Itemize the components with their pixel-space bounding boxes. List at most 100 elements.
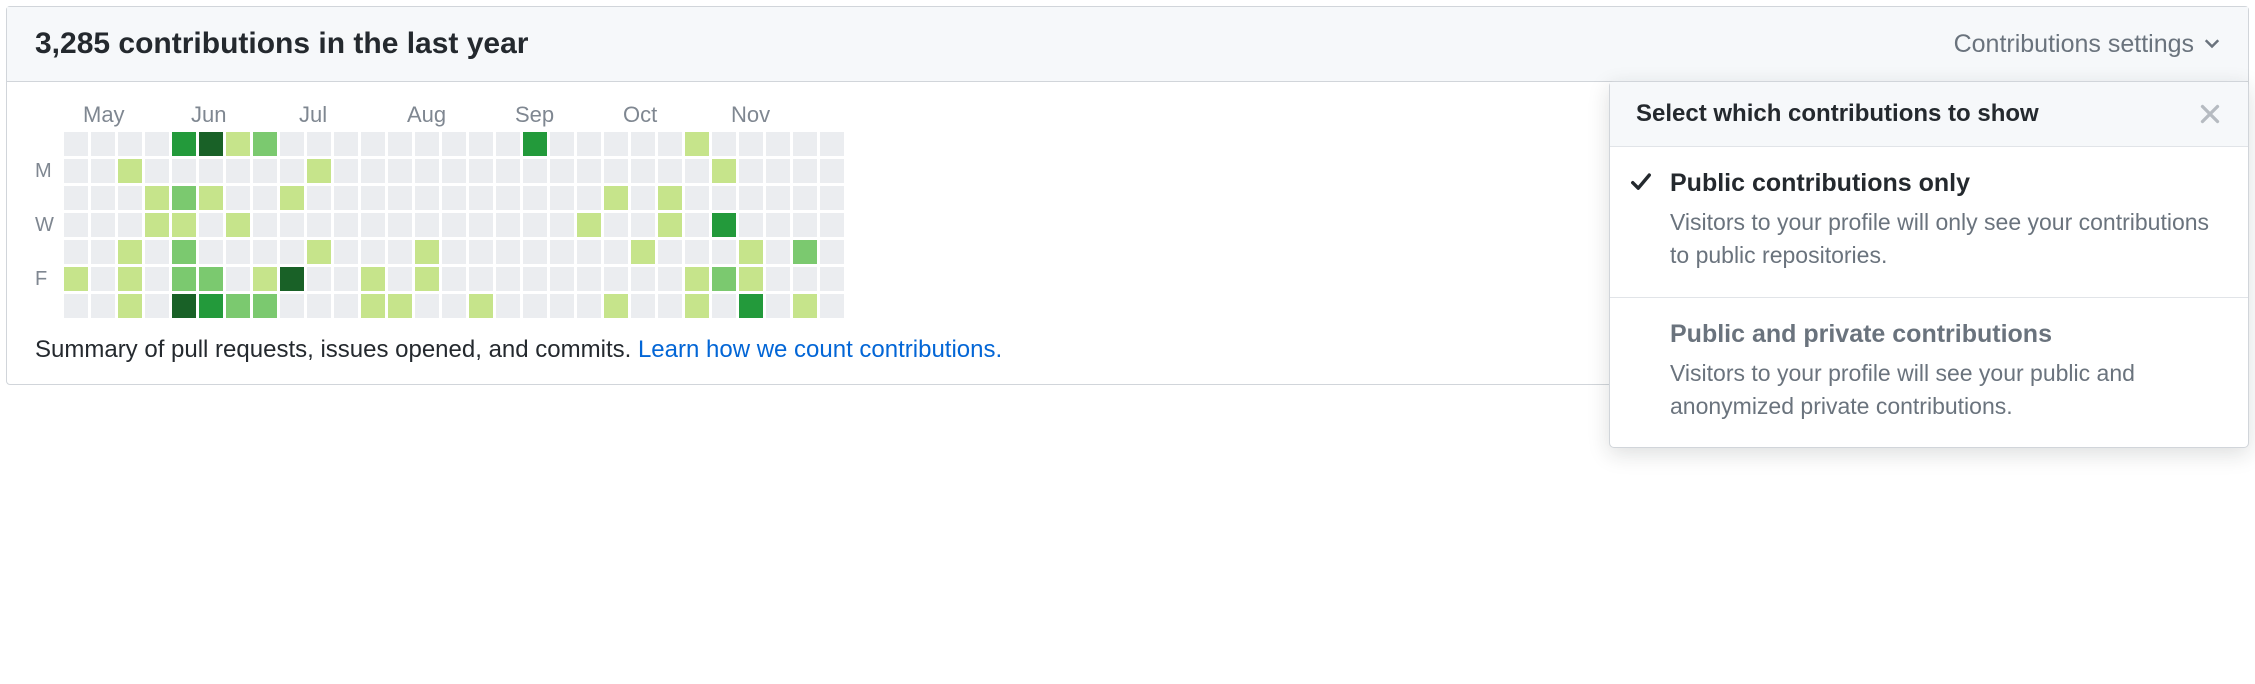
contribution-day[interactable] [739, 159, 763, 183]
contribution-day[interactable] [307, 213, 331, 237]
contribution-day[interactable] [604, 240, 628, 264]
contribution-day[interactable] [523, 267, 547, 291]
contribution-day[interactable] [577, 159, 601, 183]
contribution-day[interactable] [253, 240, 277, 264]
contribution-day[interactable] [145, 240, 169, 264]
contribution-day[interactable] [172, 186, 196, 210]
contribution-day[interactable] [766, 159, 790, 183]
contribution-day[interactable] [577, 267, 601, 291]
contribution-day[interactable] [523, 186, 547, 210]
contribution-day[interactable] [199, 159, 223, 183]
contribution-day[interactable] [604, 132, 628, 156]
contribution-day[interactable] [658, 213, 682, 237]
contribution-day[interactable] [118, 213, 142, 237]
contribution-day[interactable] [91, 240, 115, 264]
close-icon[interactable] [2198, 102, 2222, 126]
contribution-day[interactable] [658, 159, 682, 183]
contribution-day[interactable] [334, 267, 358, 291]
contribution-day[interactable] [685, 267, 709, 291]
contribution-day[interactable] [253, 213, 277, 237]
dropdown-option-public-only[interactable]: Public contributions only Visitors to yo… [1610, 147, 2248, 298]
contribution-day[interactable] [253, 159, 277, 183]
contribution-day[interactable] [550, 267, 574, 291]
contribution-day[interactable] [226, 240, 250, 264]
contribution-day[interactable] [442, 186, 466, 210]
contribution-day[interactable] [766, 132, 790, 156]
contribution-day[interactable] [469, 132, 493, 156]
contribution-day[interactable] [496, 132, 520, 156]
contribution-day[interactable] [766, 186, 790, 210]
contribution-day[interactable] [712, 294, 736, 318]
contribution-day[interactable] [361, 159, 385, 183]
contribution-day[interactable] [739, 294, 763, 318]
contribution-day[interactable] [442, 159, 466, 183]
contribution-day[interactable] [604, 267, 628, 291]
contribution-day[interactable] [577, 186, 601, 210]
contribution-day[interactable] [145, 159, 169, 183]
contribution-day[interactable] [739, 186, 763, 210]
contribution-day[interactable] [145, 294, 169, 318]
contribution-day[interactable] [577, 213, 601, 237]
contribution-day[interactable] [523, 213, 547, 237]
contribution-day[interactable] [361, 240, 385, 264]
contribution-day[interactable] [550, 186, 574, 210]
contribution-day[interactable] [388, 294, 412, 318]
contribution-day[interactable] [199, 132, 223, 156]
contribution-day[interactable] [91, 132, 115, 156]
contribution-day[interactable] [334, 213, 358, 237]
contribution-day[interactable] [145, 132, 169, 156]
contribution-day[interactable] [739, 132, 763, 156]
contribution-day[interactable] [712, 267, 736, 291]
contribution-day[interactable] [415, 159, 439, 183]
contribution-day[interactable] [442, 213, 466, 237]
contribution-day[interactable] [658, 132, 682, 156]
contribution-day[interactable] [307, 294, 331, 318]
contribution-day[interactable] [91, 186, 115, 210]
contribution-day[interactable] [793, 240, 817, 264]
contribution-day[interactable] [145, 186, 169, 210]
contribution-day[interactable] [415, 240, 439, 264]
contribution-day[interactable] [820, 132, 844, 156]
contribution-day[interactable] [496, 294, 520, 318]
contribution-day[interactable] [523, 159, 547, 183]
contribution-day[interactable] [550, 213, 574, 237]
contribution-day[interactable] [685, 186, 709, 210]
contribution-day[interactable] [64, 267, 88, 291]
contribution-day[interactable] [64, 240, 88, 264]
contribution-day[interactable] [253, 186, 277, 210]
contribution-day[interactable] [91, 267, 115, 291]
contribution-day[interactable] [226, 294, 250, 318]
contribution-day[interactable] [793, 267, 817, 291]
contribution-day[interactable] [793, 213, 817, 237]
contribution-day[interactable] [226, 267, 250, 291]
contribution-day[interactable] [388, 159, 412, 183]
contribution-day[interactable] [145, 267, 169, 291]
contribution-day[interactable] [685, 240, 709, 264]
contribution-day[interactable] [280, 213, 304, 237]
contribution-day[interactable] [442, 240, 466, 264]
contribution-day[interactable] [523, 294, 547, 318]
contribution-day[interactable] [334, 159, 358, 183]
contribution-day[interactable] [442, 267, 466, 291]
contribution-day[interactable] [280, 294, 304, 318]
contribution-day[interactable] [496, 213, 520, 237]
contribution-day[interactable] [523, 240, 547, 264]
contribution-day[interactable] [631, 213, 655, 237]
contribution-day[interactable] [91, 213, 115, 237]
dropdown-option-public-private[interactable]: Public and private contributions Visitor… [1610, 298, 2248, 448]
contribution-day[interactable] [766, 240, 790, 264]
contribution-day[interactable] [820, 213, 844, 237]
contribution-day[interactable] [415, 186, 439, 210]
contribution-day[interactable] [64, 186, 88, 210]
contribution-day[interactable] [361, 294, 385, 318]
contribution-day[interactable] [415, 132, 439, 156]
contribution-day[interactable] [496, 267, 520, 291]
contribution-day[interactable] [658, 240, 682, 264]
contribution-day[interactable] [334, 294, 358, 318]
contribution-day[interactable] [820, 267, 844, 291]
contribution-day[interactable] [631, 159, 655, 183]
contribution-day[interactable] [280, 159, 304, 183]
contribution-settings-button[interactable]: Contributions settings [1954, 30, 2220, 59]
contribution-day[interactable] [91, 294, 115, 318]
contribution-day[interactable] [307, 159, 331, 183]
